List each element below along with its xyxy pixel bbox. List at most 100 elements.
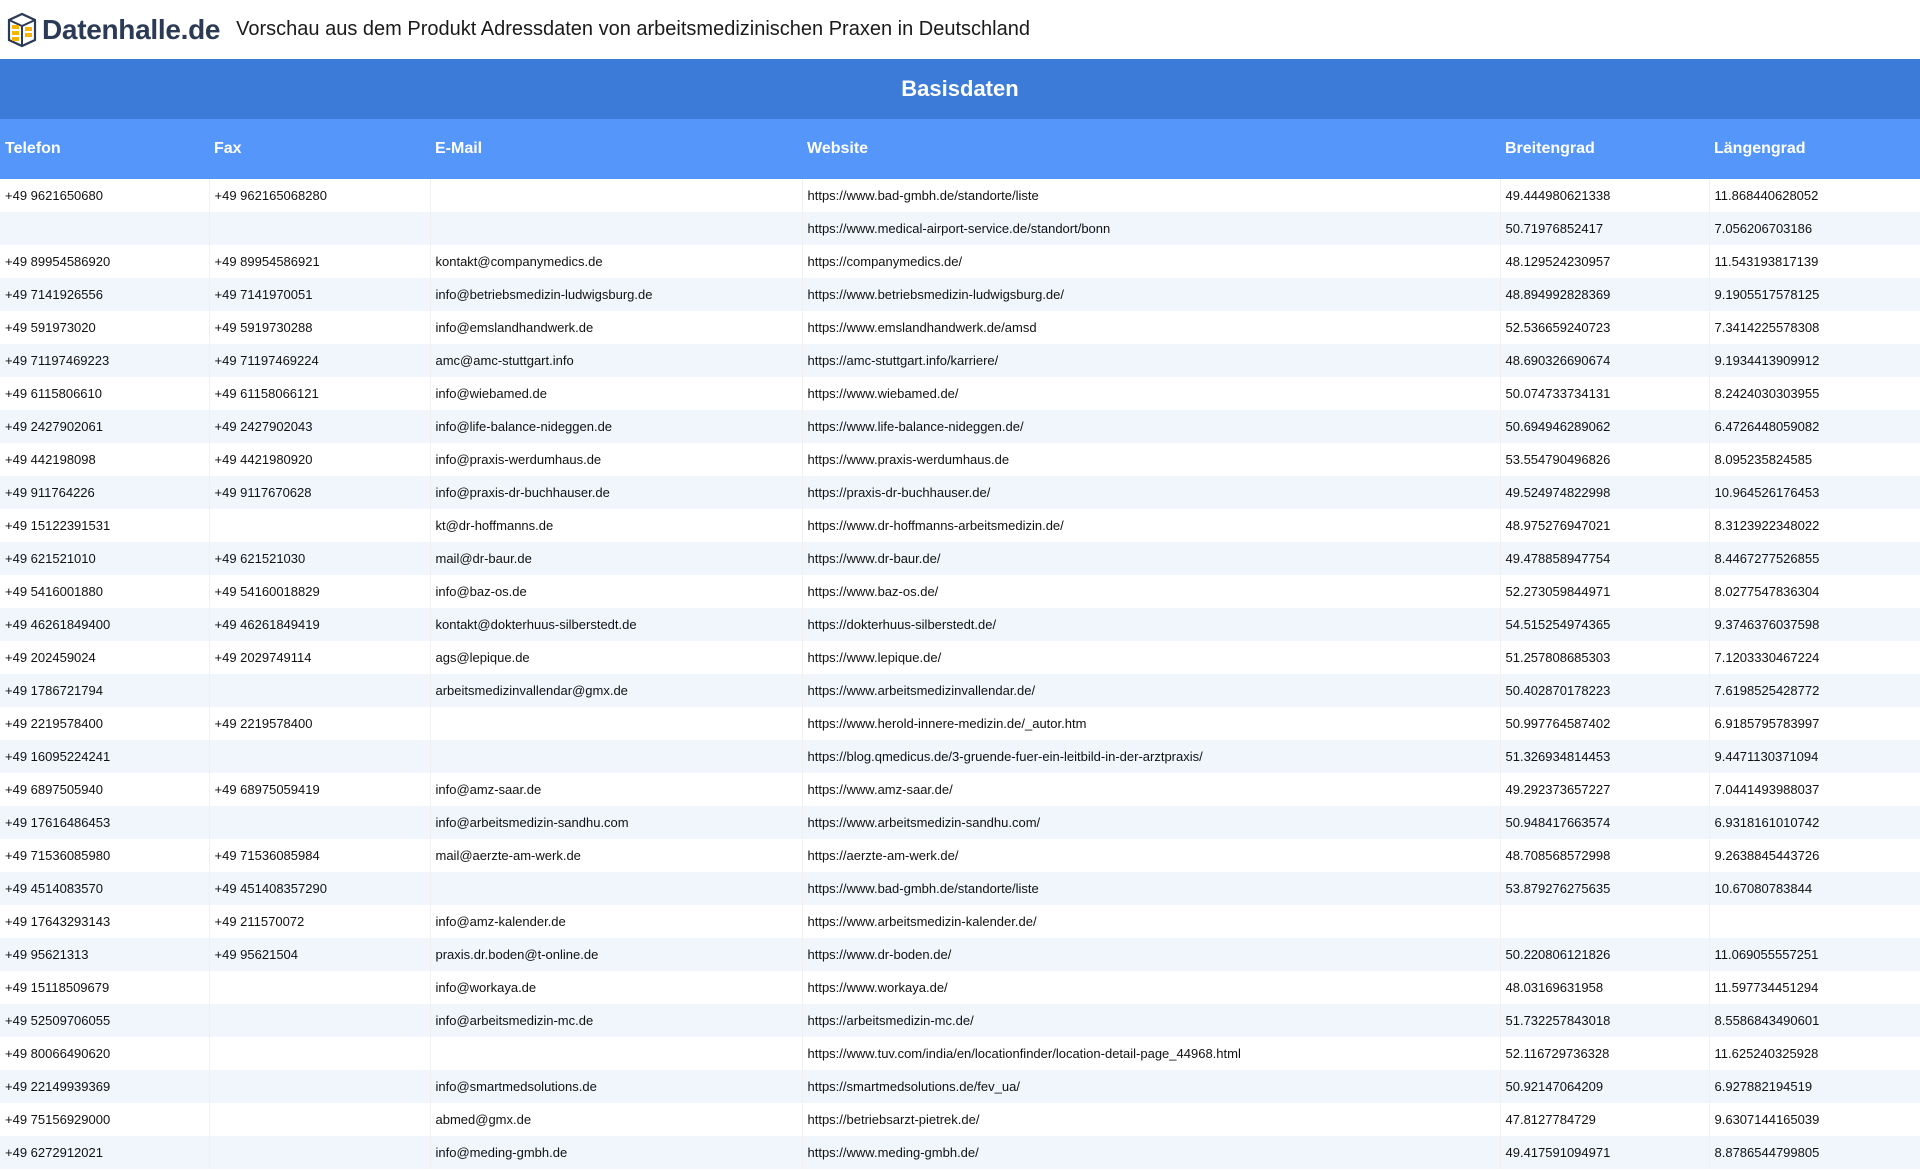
cell-website: https://www.arbeitsmedizin-kalender.de/: [801, 905, 1500, 938]
table-row: +49 6897505940 +49 68975059419 info@amz-sa…: [0, 773, 1920, 806]
cell-breitengrad: 49.478858947754: [1499, 542, 1709, 575]
cell-website: https://www.dr-hoffmanns-arbeitsmedizin.…: [801, 509, 1500, 542]
cell-laengengrad: 7.1203330467224: [1708, 641, 1920, 674]
cell-fax: +49 95621504: [208, 938, 430, 971]
cell-fax: [208, 1136, 430, 1169]
section-title: Basisdaten: [901, 76, 1019, 101]
cell-fax: +49 621521030: [208, 542, 430, 575]
table-row: +49 71536085980 +49 71536085984 mail@aerzt…: [0, 839, 1920, 872]
cell-laengengrad: 8.4467277526855: [1708, 542, 1920, 575]
cell-fax: +49 71536085984: [208, 839, 430, 872]
cell-email: abmed@gmx.de: [429, 1103, 802, 1136]
table-row: +49 2219578400 +49 2219578400 https://www.…: [0, 707, 1920, 740]
cell-telefon: +49 17643293143: [0, 905, 209, 938]
table-row: +49 75156929000 abmed@gmx.de https://betri…: [0, 1103, 1920, 1136]
cell-breitengrad: 49.417591094971: [1499, 1136, 1709, 1169]
logo-link[interactable]: Datenhalle.de: [6, 12, 220, 48]
cell-email: arbeitsmedizinvallendar@gmx.de: [429, 674, 802, 707]
cell-laengengrad: 8.3123922348022: [1708, 509, 1920, 542]
cell-breitengrad: 51.732257843018: [1499, 1004, 1709, 1037]
cell-fax: +49 5919730288: [208, 311, 430, 344]
cell-email: info@arbeitsmedizin-mc.de: [429, 1004, 802, 1037]
cell-breitengrad: 48.03169631958: [1499, 971, 1709, 1004]
cell-telefon: +49 89954586920: [0, 245, 209, 278]
cell-telefon: +49 22149939369: [0, 1070, 209, 1103]
cell-breitengrad: 48.708568572998: [1499, 839, 1709, 872]
cell-telefon: +49 6897505940: [0, 773, 209, 806]
table-row: +49 17616486453 info@arbeitsmedizin-sandh…: [0, 806, 1920, 839]
table-row: +49 591973020 +49 5919730288 info@emslandh…: [0, 311, 1920, 344]
cell-website: https://www.bad-gmbh.de/standorte/liste: [801, 179, 1500, 212]
cell-breitengrad: 48.690326690674: [1499, 344, 1709, 377]
cell-email: info@life-balance-nideggen.de: [429, 410, 802, 443]
cell-telefon: +49 2427902061: [0, 410, 209, 443]
table-row: +49 202459024 +49 2029749114 ags@lepique.d…: [0, 641, 1920, 674]
cell-laengengrad: 9.2638845443726: [1708, 839, 1920, 872]
table-row: +49 9621650680 +49 962165068280 https://ww…: [0, 179, 1920, 212]
cell-website: https://blog.qmedicus.de/3-gruende-fuer-…: [801, 740, 1500, 773]
table-row: +49 89954586920 +49 89954586921 kontakt@co…: [0, 245, 1920, 278]
cell-laengengrad: 10.67080783844: [1708, 872, 1920, 905]
cell-telefon: +49 591973020: [0, 311, 209, 344]
cell-laengengrad: [1708, 905, 1920, 938]
cell-breitengrad: 47.8127784729: [1499, 1103, 1709, 1136]
cell-fax: +49 68975059419: [208, 773, 430, 806]
cell-telefon: +49 75156929000: [0, 1103, 209, 1136]
cell-telefon: +49 4514083570: [0, 872, 209, 905]
cell-fax: +49 9117670628: [208, 476, 430, 509]
cell-laengengrad: 8.0277547836304: [1708, 575, 1920, 608]
cell-website: https://smartmedsolutions.de/fev_ua/: [801, 1070, 1500, 1103]
cell-fax: [208, 1037, 430, 1070]
cell-email: info@praxis-dr-buchhauser.de: [429, 476, 802, 509]
cell-laengengrad: 11.868440628052: [1708, 179, 1920, 212]
cell-website: https://www.tuv.com/india/en/locationfin…: [801, 1037, 1500, 1070]
cell-fax: [208, 509, 430, 542]
cell-laengengrad: 10.964526176453: [1708, 476, 1920, 509]
cell-laengengrad: 11.597734451294: [1708, 971, 1920, 1004]
cell-telefon: +49 911764226: [0, 476, 209, 509]
table-row: +49 15118509679 info@workaya.de https://ww…: [0, 971, 1920, 1004]
cell-telefon: +49 71536085980: [0, 839, 209, 872]
cell-telefon: +49 52509706055: [0, 1004, 209, 1037]
column-header-laengengrad: Längengrad: [1709, 119, 1920, 179]
table-row: +49 911764226 +49 9117670628 info@praxis-d…: [0, 476, 1920, 509]
cell-telefon: +49 442198098: [0, 443, 209, 476]
table-row: +49 71197469223 +49 71197469224 amc@amc-st…: [0, 344, 1920, 377]
cell-email: info@meding-gmbh.de: [429, 1136, 802, 1169]
cell-fax: +49 2029749114: [208, 641, 430, 674]
cell-laengengrad: 7.0441493988037: [1708, 773, 1920, 806]
cell-email: [429, 1037, 802, 1070]
cell-telefon: +49 17616486453: [0, 806, 209, 839]
cell-telefon: +49 621521010: [0, 542, 209, 575]
cell-telefon: +49 80066490620: [0, 1037, 209, 1070]
cell-telefon: +49 95621313: [0, 938, 209, 971]
cell-website: https://arbeitsmedizin-mc.de/: [801, 1004, 1500, 1037]
cell-breitengrad: 49.524974822998: [1499, 476, 1709, 509]
cell-telefon: +49 6272912021: [0, 1136, 209, 1169]
cell-breitengrad: 54.515254974365: [1499, 608, 1709, 641]
cell-email: amc@amc-stuttgart.info: [429, 344, 802, 377]
cell-email: ags@lepique.de: [429, 641, 802, 674]
cell-email: praxis.dr.boden@t-online.de: [429, 938, 802, 971]
column-header-fax: Fax: [209, 119, 430, 179]
cell-website: https://www.life-balance-nideggen.de/: [801, 410, 1500, 443]
page-title: Vorschau aus dem Produkt Adressdaten von…: [236, 18, 1030, 40]
cell-telefon: +49 9621650680: [0, 179, 209, 212]
cell-telefon: +49 7141926556: [0, 278, 209, 311]
cell-telefon: +49 46261849400: [0, 608, 209, 641]
page: Datenhalle.de Vorschau aus dem Produkt A…: [0, 0, 1920, 1170]
top-bar: Datenhalle.de Vorschau aus dem Produkt A…: [0, 0, 1920, 59]
cell-laengengrad: 7.056206703186: [1708, 212, 1920, 245]
cell-laengengrad: 6.927882194519: [1708, 1070, 1920, 1103]
cell-telefon: +49 71197469223: [0, 344, 209, 377]
table-header: Telefon Fax E-Mail Website Breitengrad Längen…: [0, 119, 1920, 179]
cell-laengengrad: 9.6307144165039: [1708, 1103, 1920, 1136]
cell-fax: +49 89954586921: [208, 245, 430, 278]
cell-fax: [208, 971, 430, 1004]
column-header-email: E-Mail: [430, 119, 802, 179]
column-header-breitengrad: Breitengrad: [1500, 119, 1709, 179]
cell-email: info@smartmedsolutions.de: [429, 1070, 802, 1103]
cell-email: info@betriebsmedizin-ludwigsburg.de: [429, 278, 802, 311]
cell-telefon: +49 15118509679: [0, 971, 209, 1004]
cell-website: https://www.medical-airport-service.de/s…: [801, 212, 1500, 245]
